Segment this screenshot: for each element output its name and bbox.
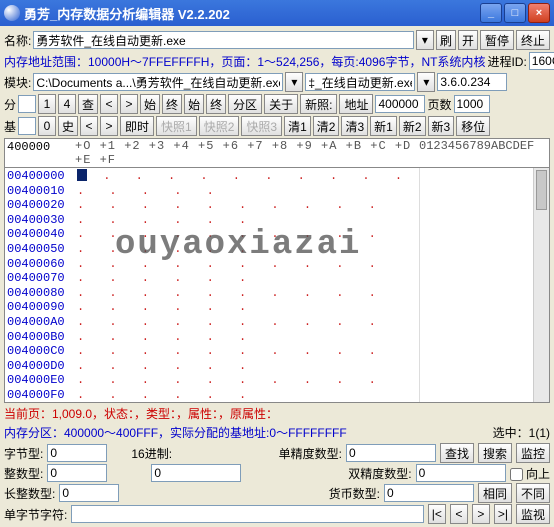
base-label: 基 <box>4 118 16 135</box>
data-column[interactable]: ouyaoxiazai . . . . . . . . . . . . . . … <box>75 168 419 402</box>
currency-label: 货币数型: <box>329 485 380 502</box>
pages-label: 页数 <box>427 96 451 113</box>
module-name-dropdown[interactable]: ▾ <box>417 72 435 92</box>
base-input[interactable] <box>18 117 36 135</box>
end-button[interactable]: 终 <box>162 94 182 114</box>
pid-field[interactable] <box>529 52 554 70</box>
long-input[interactable] <box>59 484 119 502</box>
address-column: 0040000000400010004000200040003000400040… <box>5 168 75 402</box>
nav-first-button[interactable]: |< <box>428 504 446 524</box>
hex-input[interactable] <box>151 464 241 482</box>
name-dropdown[interactable]: ▾ <box>416 30 434 50</box>
shift-button[interactable]: 移位 <box>456 116 490 136</box>
byte-input[interactable] <box>47 444 107 462</box>
search-button[interactable]: 搜索 <box>478 443 512 463</box>
clear2-button[interactable]: 清2 <box>313 116 340 136</box>
partition-button[interactable]: 分区 <box>228 94 262 114</box>
sbyte-input[interactable] <box>71 505 423 523</box>
double-label: 双精度数型: <box>348 465 411 482</box>
watch-button[interactable]: 监视 <box>516 504 550 524</box>
addr-button[interactable]: 地址 <box>339 94 373 114</box>
monitor-button[interactable]: 监控 <box>516 443 550 463</box>
seg-input[interactable] <box>18 95 36 113</box>
prev2-button[interactable]: < <box>80 116 98 136</box>
int-input[interactable] <box>47 464 107 482</box>
b4-button[interactable]: 4 <box>58 94 76 114</box>
clear1-button[interactable]: 清1 <box>284 116 311 136</box>
new3-button[interactable]: 新3 <box>428 116 455 136</box>
about-button[interactable]: 关于 <box>264 94 298 114</box>
hex16-label: 16进制: <box>131 445 172 462</box>
module-name-input[interactable] <box>305 73 415 91</box>
selection-text: 选中：1(1) <box>493 424 550 441</box>
new2-button[interactable]: 新2 <box>399 116 426 136</box>
status-line2: 内存分区：400000～400FFF，实际分配的基地址:0～FFFFFFFF <box>4 424 347 441</box>
window-title: 勇芳_内存数据分析编辑器 V2.2.202 <box>24 4 478 23</box>
instant-button[interactable]: 即时 <box>120 116 154 136</box>
snapshot-button[interactable]: 新照: <box>300 94 337 114</box>
hex-col-header: +O +1 +2 +3 +4 +5 +6 +7 +8 +9 +A +B +C +… <box>75 139 419 167</box>
ascii-header: 0123456789ABCDEF <box>419 139 549 167</box>
start-addr-input[interactable] <box>5 139 75 155</box>
minimize-button[interactable]: _ <box>480 3 502 23</box>
snap3-button[interactable]: 快照3 <box>241 116 282 136</box>
prev-button[interactable]: < <box>100 94 118 114</box>
snap2-button[interactable]: 快照2 <box>199 116 240 136</box>
open-button[interactable]: 开 <box>458 30 478 50</box>
pages-input[interactable] <box>454 95 490 113</box>
module-label: 模块: <box>4 74 31 91</box>
seg-label: 分 <box>4 96 16 113</box>
b0-button[interactable]: 0 <box>38 116 56 136</box>
close-button[interactable]: × <box>528 3 550 23</box>
ascii-column <box>419 168 549 402</box>
version-field[interactable] <box>437 73 507 91</box>
find2-button[interactable]: 查找 <box>440 443 474 463</box>
diff-button[interactable]: 不同 <box>516 483 550 503</box>
nav-prev-button[interactable]: < <box>450 504 468 524</box>
terminate-button[interactable]: 终止 <box>516 30 550 50</box>
currency-input[interactable] <box>384 484 474 502</box>
start2-button[interactable]: 始 <box>184 94 204 114</box>
status-line1: 当前页：1,009.0，状态：，类型：，属性：，原属性： <box>4 405 278 422</box>
scrollbar-thumb[interactable] <box>536 170 547 210</box>
mem-range-text: 内存地址范围：10000H～7FFEFFFFH，页面：1～524,256，每页:… <box>4 53 485 70</box>
history-button[interactable]: 史 <box>58 116 78 136</box>
next-button[interactable]: > <box>120 94 138 114</box>
single-label: 单精度数型: <box>279 445 342 462</box>
module-path-input[interactable] <box>33 73 283 91</box>
hex-grid[interactable]: 0040000000400010004000200040003000400040… <box>4 168 550 403</box>
pid-label: 进程ID: <box>487 53 526 70</box>
int-label: 整数型: <box>4 465 43 482</box>
find-button[interactable]: 查 <box>78 94 98 114</box>
snap1-button[interactable]: 快照1 <box>156 116 197 136</box>
b1-button[interactable]: 1 <box>38 94 56 114</box>
name-input[interactable] <box>33 31 414 49</box>
vertical-scrollbar[interactable] <box>533 168 549 402</box>
hex-header: +O +1 +2 +3 +4 +5 +6 +7 +8 +9 +A +B +C +… <box>4 138 550 168</box>
nav-next-button[interactable]: > <box>472 504 490 524</box>
double-input[interactable] <box>416 464 506 482</box>
same-button[interactable]: 相同 <box>478 483 512 503</box>
name-label: 名称: <box>4 32 31 49</box>
maximize-button[interactable]: □ <box>504 3 526 23</box>
byte-label: 字节型: <box>4 445 43 462</box>
long-label: 长整数型: <box>4 485 55 502</box>
app-icon <box>4 5 20 21</box>
up-checkbox-label[interactable]: 向上 <box>510 465 550 482</box>
single-input[interactable] <box>346 444 436 462</box>
sbyte-label: 单字节字符: <box>4 506 67 523</box>
module-dropdown[interactable]: ▾ <box>285 72 303 92</box>
addr-input[interactable] <box>375 95 425 113</box>
new1-button[interactable]: 新1 <box>370 116 397 136</box>
clear3-button[interactable]: 清3 <box>341 116 368 136</box>
up-checkbox[interactable] <box>510 468 523 481</box>
refresh-button[interactable]: 刷 <box>436 30 456 50</box>
start-button[interactable]: 始 <box>140 94 160 114</box>
pause-button[interactable]: 暂停 <box>480 30 514 50</box>
nav-last-button[interactable]: >| <box>494 504 512 524</box>
next2-button[interactable]: > <box>100 116 118 136</box>
end2-button[interactable]: 终 <box>206 94 226 114</box>
